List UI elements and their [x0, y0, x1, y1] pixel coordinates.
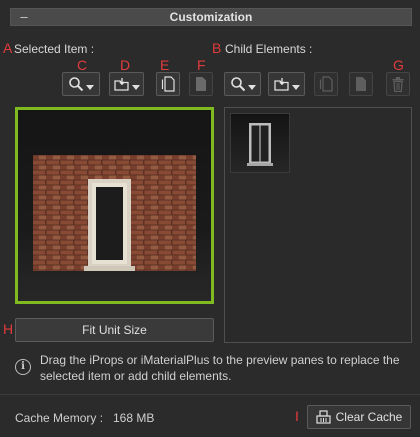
panel-title: Customization — [169, 10, 253, 24]
marker-c: C — [77, 57, 88, 73]
info-text: Drag the iProps or iMaterialPlus to the … — [40, 353, 400, 383]
duplicate-icon — [319, 76, 333, 92]
marker-d: D — [120, 57, 131, 73]
trash-icon — [392, 76, 404, 92]
document-icon — [196, 77, 206, 91]
selected-load-button[interactable] — [109, 72, 144, 96]
marker-b: B — [212, 40, 222, 56]
child-document-button[interactable] — [349, 72, 373, 96]
chevron-down-icon — [291, 84, 300, 90]
info-icon: i — [15, 359, 31, 375]
folder-load-icon — [113, 78, 129, 91]
magnifier-icon — [69, 77, 84, 92]
chevron-down-icon — [247, 84, 256, 90]
cache-memory-value: 168 MB — [113, 411, 155, 425]
child-elements-label: Child Elements : — [225, 42, 313, 56]
window-thumbnail-image — [247, 123, 273, 166]
duplicate-icon — [161, 76, 175, 92]
divider — [0, 394, 420, 395]
marker-a: A — [3, 40, 13, 56]
fit-unit-size-button[interactable]: Fit Unit Size — [15, 318, 214, 342]
marker-f: F — [197, 57, 206, 73]
selected-search-button[interactable] — [62, 72, 100, 96]
clear-cache-button[interactable]: Clear Cache — [307, 405, 411, 429]
chevron-down-icon — [86, 84, 94, 90]
document-icon — [356, 77, 366, 91]
folder-load-icon — [273, 78, 289, 91]
clear-cache-label: Clear Cache — [335, 410, 403, 424]
collapse-icon[interactable]: – — [17, 9, 31, 25]
marker-h: H — [3, 321, 14, 337]
brick-wall-preview-image — [18, 155, 211, 301]
panel-header[interactable]: – Customization — [10, 8, 412, 26]
marker-i: I — [295, 408, 299, 424]
child-load-button[interactable] — [268, 72, 305, 96]
child-duplicate-button[interactable] — [314, 72, 338, 96]
child-elements-pane[interactable] — [224, 107, 412, 343]
selected-item-label: Selected Item : — [14, 42, 95, 56]
magnifier-icon — [230, 77, 245, 92]
selected-duplicate-button[interactable] — [156, 72, 180, 96]
selected-document-button[interactable] — [189, 72, 213, 96]
child-search-button[interactable] — [224, 72, 261, 96]
selected-item-preview[interactable] — [15, 107, 214, 304]
marker-g: G — [393, 57, 404, 73]
child-element-thumbnail[interactable] — [230, 113, 290, 173]
marker-e: E — [160, 57, 170, 73]
broom-icon — [316, 410, 331, 424]
cache-memory-label: Cache Memory : — [15, 411, 104, 425]
chevron-down-icon — [131, 84, 140, 90]
child-delete-button[interactable] — [386, 72, 410, 96]
